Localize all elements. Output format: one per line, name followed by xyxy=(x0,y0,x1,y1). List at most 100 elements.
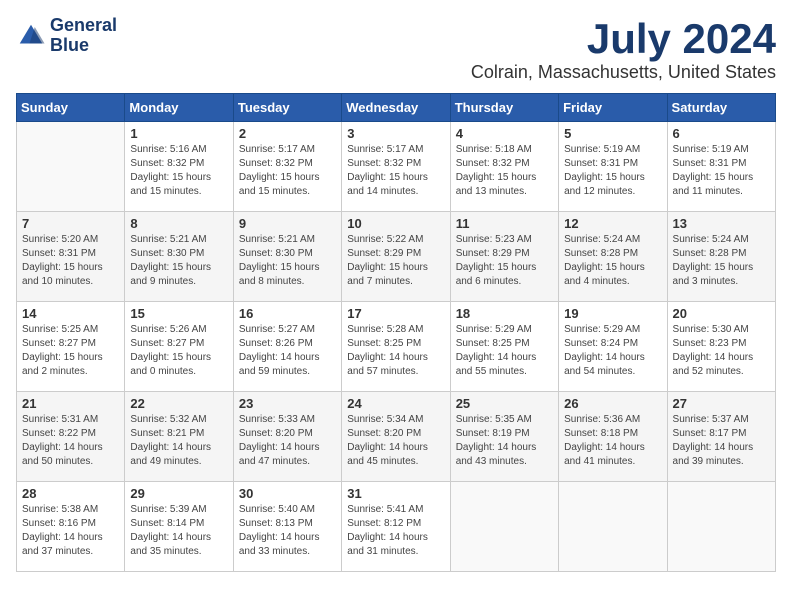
table-row: 11 Sunrise: 5:23 AM Sunset: 8:29 PM Dayli… xyxy=(450,212,558,302)
day-number: 2 xyxy=(239,126,336,141)
col-tuesday: Tuesday xyxy=(233,94,341,122)
day-info: Sunrise: 5:17 AM Sunset: 8:32 PM Dayligh… xyxy=(239,143,336,199)
day-number: 9 xyxy=(239,216,336,231)
table-row: 29Sunrise: 5:39 AM Sunset: 8:14 PM Dayli… xyxy=(125,482,233,572)
day-info: Sunrise: 5:29 AM Sunset: 8:24 PM Dayligh… xyxy=(564,323,661,379)
table-row: 2 Sunrise: 5:17 AM Sunset: 8:32 PM Daylig… xyxy=(233,122,341,212)
table-row: 25Sunrise: 5:35 AM Sunset: 8:19 PM Dayli… xyxy=(450,392,558,482)
day-number: 24 xyxy=(347,396,444,411)
day-number: 13 xyxy=(673,216,770,231)
col-friday: Friday xyxy=(559,94,667,122)
table-row: 23 Sunrise: 5:33 AM Sunset: 8:20 PM Dayli… xyxy=(233,392,341,482)
logo-line1: General xyxy=(50,16,117,36)
day-number: 7 xyxy=(22,216,119,231)
day-info: Sunrise: 5:34 AM Sunset: 8:20 PM Dayligh… xyxy=(347,413,444,469)
day-number: 14 xyxy=(22,306,119,321)
day-info: Sunrise: 5:24 AM Sunset: 8:28 PM Dayligh… xyxy=(564,233,661,289)
day-info: Sunrise: 5:25 AM Sunset: 8:27 PM Dayligh… xyxy=(22,323,119,379)
day-number: 12 xyxy=(564,216,661,231)
col-monday: Monday xyxy=(125,94,233,122)
day-number: 28 xyxy=(22,486,119,501)
calendar-week-row: 14 Sunrise: 5:25 AM Sunset: 8:27 PM Dayli… xyxy=(17,302,776,392)
table-row: 26Sunrise: 5:36 AM Sunset: 8:18 PM Dayli… xyxy=(559,392,667,482)
day-number: 27 xyxy=(673,396,770,411)
logo: General Blue xyxy=(16,16,117,56)
table-row xyxy=(559,482,667,572)
table-row xyxy=(450,482,558,572)
table-row: 1Sunrise: 5:16 AM Sunset: 8:32 PM Daylig… xyxy=(125,122,233,212)
day-info: Sunrise: 5:24 AM Sunset: 8:28 PM Dayligh… xyxy=(673,233,770,289)
day-info: Sunrise: 5:19 AM Sunset: 8:31 PM Dayligh… xyxy=(673,143,770,199)
day-info: Sunrise: 5:39 AM Sunset: 8:14 PM Dayligh… xyxy=(130,503,227,559)
day-info: Sunrise: 5:32 AM Sunset: 8:21 PM Dayligh… xyxy=(130,413,227,469)
table-row: 31Sunrise: 5:41 AM Sunset: 8:12 PM Dayli… xyxy=(342,482,450,572)
day-info: Sunrise: 5:21 AM Sunset: 8:30 PM Dayligh… xyxy=(239,233,336,289)
table-row: 16Sunrise: 5:27 AM Sunset: 8:26 PM Dayli… xyxy=(233,302,341,392)
day-number: 16 xyxy=(239,306,336,321)
day-number: 21 xyxy=(22,396,119,411)
calendar-header-row: Sunday Monday Tuesday Wednesday Thursday… xyxy=(17,94,776,122)
table-row: 7 Sunrise: 5:20 AM Sunset: 8:31 PM Daylig… xyxy=(17,212,125,302)
day-info: Sunrise: 5:17 AM Sunset: 8:32 PM Dayligh… xyxy=(347,143,444,199)
day-info: Sunrise: 5:35 AM Sunset: 8:19 PM Dayligh… xyxy=(456,413,553,469)
day-info: Sunrise: 5:23 AM Sunset: 8:29 PM Dayligh… xyxy=(456,233,553,289)
day-number: 5 xyxy=(564,126,661,141)
title-section: July 2024 Colrain, Massachusetts, United… xyxy=(471,16,776,83)
table-row xyxy=(667,482,775,572)
day-info: Sunrise: 5:38 AM Sunset: 8:16 PM Dayligh… xyxy=(22,503,119,559)
table-row: 24 Sunrise: 5:34 AM Sunset: 8:20 PM Dayli… xyxy=(342,392,450,482)
calendar-week-row: 28 Sunrise: 5:38 AM Sunset: 8:16 PM Dayli… xyxy=(17,482,776,572)
day-number: 23 xyxy=(239,396,336,411)
logo-text: General Blue xyxy=(50,16,117,56)
table-row: 10Sunrise: 5:22 AM Sunset: 8:29 PM Dayli… xyxy=(342,212,450,302)
day-info: Sunrise: 5:20 AM Sunset: 8:31 PM Dayligh… xyxy=(22,233,119,289)
day-info: Sunrise: 5:30 AM Sunset: 8:23 PM Dayligh… xyxy=(673,323,770,379)
calendar-week-row: 1Sunrise: 5:16 AM Sunset: 8:32 PM Daylig… xyxy=(17,122,776,212)
table-row: 13 Sunrise: 5:24 AM Sunset: 8:28 PM Dayli… xyxy=(667,212,775,302)
table-row: 21 Sunrise: 5:31 AM Sunset: 8:22 PM Dayli… xyxy=(17,392,125,482)
day-info: Sunrise: 5:21 AM Sunset: 8:30 PM Dayligh… xyxy=(130,233,227,289)
day-number: 4 xyxy=(456,126,553,141)
logo-icon xyxy=(16,21,46,51)
day-info: Sunrise: 5:26 AM Sunset: 8:27 PM Dayligh… xyxy=(130,323,227,379)
table-row: 20 Sunrise: 5:30 AM Sunset: 8:23 PM Dayli… xyxy=(667,302,775,392)
day-number: 8 xyxy=(130,216,227,231)
day-number: 15 xyxy=(130,306,227,321)
day-info: Sunrise: 5:16 AM Sunset: 8:32 PM Dayligh… xyxy=(130,143,227,199)
day-number: 31 xyxy=(347,486,444,501)
day-number: 6 xyxy=(673,126,770,141)
col-thursday: Thursday xyxy=(450,94,558,122)
table-row: 18Sunrise: 5:29 AM Sunset: 8:25 PM Dayli… xyxy=(450,302,558,392)
table-row: 27Sunrise: 5:37 AM Sunset: 8:17 PM Dayli… xyxy=(667,392,775,482)
table-row: 6 Sunrise: 5:19 AM Sunset: 8:31 PM Daylig… xyxy=(667,122,775,212)
day-number: 3 xyxy=(347,126,444,141)
day-number: 26 xyxy=(564,396,661,411)
table-row: 17Sunrise: 5:28 AM Sunset: 8:25 PM Dayli… xyxy=(342,302,450,392)
day-info: Sunrise: 5:18 AM Sunset: 8:32 PM Dayligh… xyxy=(456,143,553,199)
day-number: 20 xyxy=(673,306,770,321)
location-title: Colrain, Massachusetts, United States xyxy=(471,62,776,83)
day-info: Sunrise: 5:31 AM Sunset: 8:22 PM Dayligh… xyxy=(22,413,119,469)
day-number: 11 xyxy=(456,216,553,231)
day-number: 19 xyxy=(564,306,661,321)
day-number: 18 xyxy=(456,306,553,321)
calendar-week-row: 7 Sunrise: 5:20 AM Sunset: 8:31 PM Daylig… xyxy=(17,212,776,302)
day-number: 10 xyxy=(347,216,444,231)
table-row: 4 Sunrise: 5:18 AM Sunset: 8:32 PM Daylig… xyxy=(450,122,558,212)
col-wednesday: Wednesday xyxy=(342,94,450,122)
day-info: Sunrise: 5:33 AM Sunset: 8:20 PM Dayligh… xyxy=(239,413,336,469)
table-row: 9 Sunrise: 5:21 AM Sunset: 8:30 PM Daylig… xyxy=(233,212,341,302)
col-saturday: Saturday xyxy=(667,94,775,122)
table-row: 14 Sunrise: 5:25 AM Sunset: 8:27 PM Dayli… xyxy=(17,302,125,392)
day-number: 22 xyxy=(130,396,227,411)
table-row: 12 Sunrise: 5:24 AM Sunset: 8:28 PM Dayli… xyxy=(559,212,667,302)
table-row: 8 Sunrise: 5:21 AM Sunset: 8:30 PM Daylig… xyxy=(125,212,233,302)
table-row xyxy=(17,122,125,212)
page-header: General Blue July 2024 Colrain, Massachu… xyxy=(16,16,776,83)
table-row: 28 Sunrise: 5:38 AM Sunset: 8:16 PM Dayli… xyxy=(17,482,125,572)
logo-line2: Blue xyxy=(50,36,117,56)
day-number: 17 xyxy=(347,306,444,321)
table-row: 22 Sunrise: 5:32 AM Sunset: 8:21 PM Dayli… xyxy=(125,392,233,482)
month-title: July 2024 xyxy=(471,16,776,62)
col-sunday: Sunday xyxy=(17,94,125,122)
